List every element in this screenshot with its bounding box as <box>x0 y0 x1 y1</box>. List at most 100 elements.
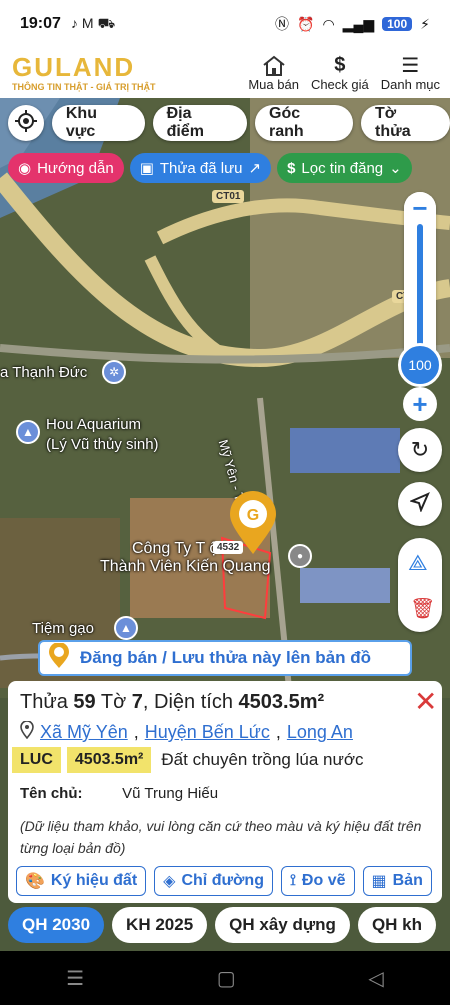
area-label: , Diện tích <box>142 691 233 713</box>
planning-tabs: QH 2030 KH 2025 QH xây dựng QH kh <box>8 907 436 943</box>
dollar-icon: $ <box>334 54 346 76</box>
nav-danh-muc[interactable]: ☰ Danh mục <box>381 55 440 92</box>
nav-mua-ban[interactable]: Mua bán <box>248 55 299 92</box>
close-panel-button[interactable]: ✕ <box>414 685 437 718</box>
district-link[interactable]: Huyện Bến Lức <box>145 722 270 743</box>
navigate-button[interactable] <box>398 482 442 526</box>
nav-label: Danh mục <box>380 76 440 92</box>
measure-icon: ⟟ <box>289 872 296 889</box>
svg-text:G: G <box>247 507 259 524</box>
measure-button[interactable]: ⟟ Đo vẽ <box>280 866 355 896</box>
place-marker-icon[interactable]: ✲ <box>102 360 126 384</box>
recents-icon[interactable]: ☰ <box>66 966 84 991</box>
land-legend-button[interactable]: 🎨 Ký hiệu đất <box>16 866 147 896</box>
tab-qh-2030[interactable]: QH 2030 <box>8 907 105 943</box>
owner-label: Tên chủ: <box>20 785 83 802</box>
guide-label: Hướng dẫn <box>37 159 114 177</box>
bookmark-icon: ▣ <box>139 160 154 177</box>
map-label-company-2: Thành Viên Kiến Quang <box>100 558 271 575</box>
delete-button[interactable]: 🗑 <box>410 596 435 621</box>
filter-to-thua[interactable]: Tờ thửa <box>361 105 450 141</box>
zoom-in-button[interactable]: + <box>403 387 437 421</box>
saved-label: Thửa đã lưu <box>159 159 243 177</box>
parcel-actions: 🎨 Ký hiệu đất ◈ Chỉ đường ⟟ Đo vẽ ▦ Bản <box>16 866 442 896</box>
directions-button[interactable]: ◈ Chỉ đường <box>154 866 273 896</box>
place-marker-icon[interactable]: ● <box>288 544 312 568</box>
map-label-thanh-duc: a Thạnh Đức <box>0 364 88 381</box>
disclaimer-note: (Dữ liệu tham khảo, vui lòng căn cứ theo… <box>20 818 422 856</box>
owner-name: Vũ Trung Hiếu <box>122 785 219 802</box>
home-icon[interactable]: ▢ <box>217 966 236 991</box>
app-header: GULAND THÔNG TIN THẬT - GIÁ TRỊ THẬT Mua… <box>0 48 450 98</box>
zoom-out-button[interactable]: − <box>404 192 436 224</box>
map-label-rice: Tiệm gạo <box>32 620 94 637</box>
brand-slogan: THÔNG TIN THẬT - GIÁ TRỊ THẬT <box>12 82 156 92</box>
ward-link[interactable]: Xã Mỹ Yên <box>40 722 128 743</box>
back-icon[interactable]: ◁ <box>368 966 383 991</box>
filter-listings-button[interactable]: $ Lọc tin đăng ⌄ <box>277 153 412 183</box>
filter-khu-vuc[interactable]: Khu vực <box>51 105 145 141</box>
place-marker-icon[interactable]: ▲ <box>16 420 40 444</box>
thua-label: Thửa <box>20 691 68 713</box>
trash-icon: 🗑 <box>410 598 436 620</box>
status-bar: 19:07 ♪ M ⛟ Ⓝ ⏰ ◠ ▂▄▆ 100 ⚡ <box>0 0 450 48</box>
close-icon: ✕ <box>414 686 438 717</box>
tab-kh-2025[interactable]: KH 2025 <box>112 907 208 943</box>
tab-qh-xay-dung[interactable]: QH xây dựng <box>215 907 350 943</box>
area-value: 4503.5m² <box>238 691 325 713</box>
province-link[interactable]: Long An <box>287 722 353 743</box>
guland-logo[interactable]: GULAND THÔNG TIN THẬT - GIÁ TRỊ THẬT <box>12 54 155 92</box>
charging-icon: ⚡ <box>420 15 430 32</box>
chevron-down-icon: ⌄ <box>389 160 402 177</box>
action-label: Chỉ đường <box>181 872 264 889</box>
navigation-arrow-icon <box>409 491 430 517</box>
clock: 19:07 <box>20 15 61 32</box>
post-listing-text: Đăng bán / Lưu thửa này lên bản đồ <box>80 648 371 667</box>
tab-qh-khac[interactable]: QH kh <box>357 907 436 943</box>
place-marker-icon[interactable]: ▲ <box>114 616 138 640</box>
nav-check-gia[interactable]: $ Check giá <box>311 54 369 92</box>
draw-polygon-button[interactable]: ⟁ <box>408 550 428 576</box>
owner-row: Tên chủ: Vũ Trung Hiếu <box>20 785 218 802</box>
filter-label: Lọc tin đăng <box>301 159 384 177</box>
parcel-pin-icon[interactable]: G <box>228 490 278 556</box>
table-icon: ▦ <box>371 873 387 890</box>
filter-dia-diem[interactable]: Địa điểm <box>152 105 248 141</box>
palette-icon: 🎨 <box>25 873 45 890</box>
map-table-button[interactable]: ▦ Bản <box>362 866 432 896</box>
system-navigation-bar: ☰ ▢ ◁ <box>0 951 450 1005</box>
gmail-icon: M <box>81 14 94 31</box>
refresh-icon: ↻ <box>410 437 430 462</box>
shop-icon: ⛟ <box>97 14 116 31</box>
locate-button[interactable] <box>8 105 44 141</box>
parcel-info-panel: Thửa 59 Tờ 7, Diện tích 4503.5m² ✕ Xã Mỹ… <box>8 681 442 903</box>
to-number: 7 <box>131 691 143 713</box>
land-code-badge: LUC <box>12 747 61 773</box>
filter-goc-ranh[interactable]: Góc ranh <box>255 105 354 141</box>
parcel-title: Thửa 59 Tờ 7, Diện tích 4503.5m² <box>20 691 324 714</box>
action-label: Đo vẽ <box>301 872 346 889</box>
system-icons: Ⓝ ⏰ ◠ ▂▄▆ 100 ⚡ <box>275 14 430 34</box>
guide-button[interactable]: ◉ Hướng dẫn <box>8 153 124 183</box>
directions-icon: ◈ <box>163 873 176 890</box>
minus-icon: − <box>412 192 428 223</box>
to-label: Tờ <box>100 691 127 713</box>
zoom-level[interactable]: 100 <box>398 343 442 387</box>
draw-tools: ⟁ 🗑 <box>398 538 442 632</box>
play-icon: ◉ <box>18 160 32 177</box>
tiktok-icon: ♪ <box>70 14 78 31</box>
battery-icon: 100 <box>382 17 413 31</box>
land-use-row: LUC 4503.5m² Đất chuyên trồng lúa nước <box>12 747 363 773</box>
compass-draw-icon: ⟁ <box>408 550 428 575</box>
action-label: Ký hiệu đất <box>50 872 138 889</box>
signal-icon: ▂▄▆ <box>342 15 375 32</box>
menu-icon: ☰ <box>401 55 420 77</box>
plus-icon: + <box>412 388 428 419</box>
map-label-aquarium-sub: (Lý Vũ thủy sinh) <box>46 436 159 453</box>
nfc-icon: Ⓝ <box>275 16 290 32</box>
post-listing-banner[interactable]: Đăng bán / Lưu thửa này lên bản đồ <box>38 640 412 676</box>
saved-parcels-button[interactable]: ▣ Thửa đã lưu ↗ <box>129 153 272 183</box>
refresh-button[interactable]: ↻ <box>398 428 442 472</box>
dollar-icon: $ <box>287 159 296 177</box>
quick-actions: ◉ Hướng dẫn ▣ Thửa đã lưu ↗ $ Lọc tin đă… <box>8 153 412 183</box>
